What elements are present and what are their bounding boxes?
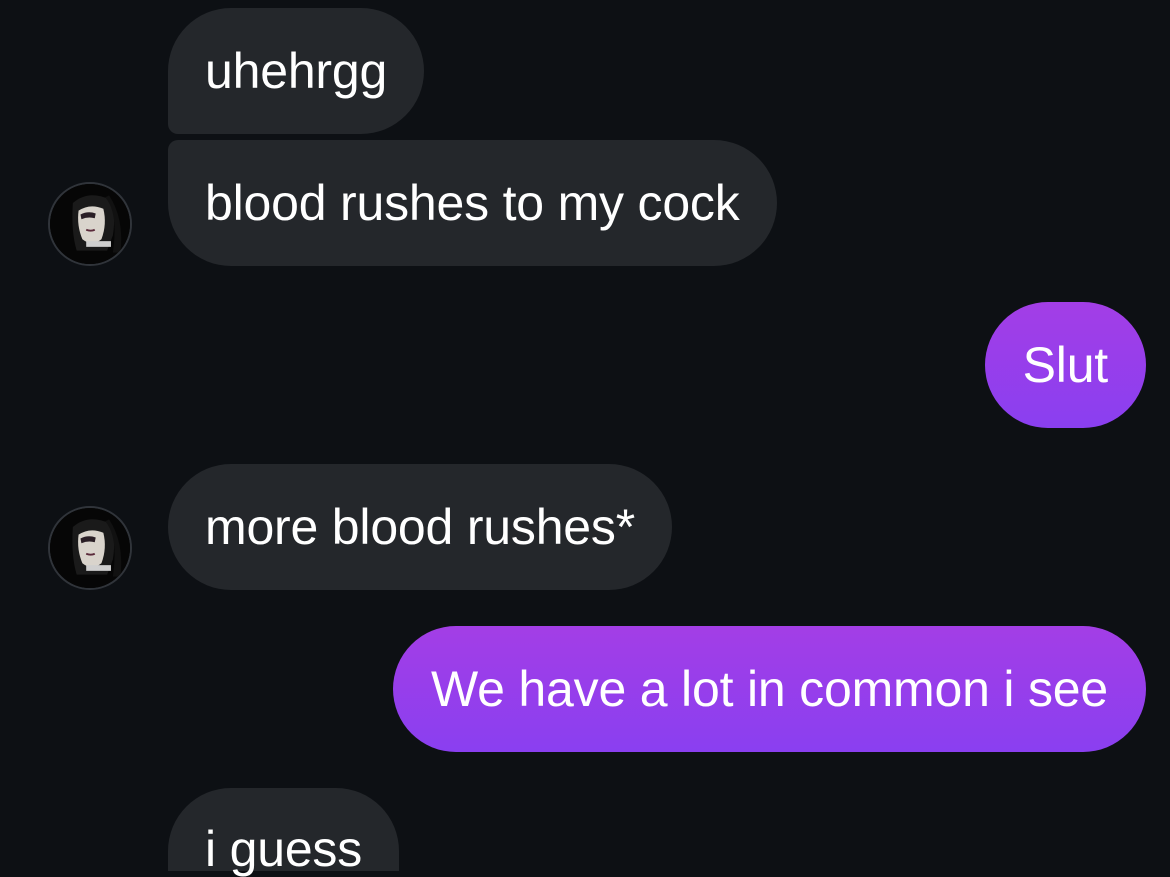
message-text: Slut [1022,337,1109,393]
outgoing-message[interactable]: Slut [984,302,1146,428]
message-text: i guess [205,821,363,877]
incoming-message[interactable]: more blood rushes* [168,464,672,590]
incoming-message[interactable]: i guess [168,788,400,877]
avatar-icon [50,184,130,264]
outgoing-message[interactable]: We have a lot in common i see [393,626,1146,752]
incoming-message[interactable]: blood rushes to my cock [168,140,777,266]
avatar[interactable] [48,182,132,266]
message-text: uhehrgg [205,43,388,99]
message-text: We have a lot in common i see [431,661,1108,717]
avatar-icon [50,508,130,588]
incoming-message[interactable]: uhehrgg [168,8,425,134]
chat-thread: uhehrgg blood rushes to my cock Slut mor… [0,0,1170,877]
message-text: more blood rushes* [205,499,635,555]
message-text: blood rushes to my cock [205,175,740,231]
avatar[interactable] [48,506,132,590]
